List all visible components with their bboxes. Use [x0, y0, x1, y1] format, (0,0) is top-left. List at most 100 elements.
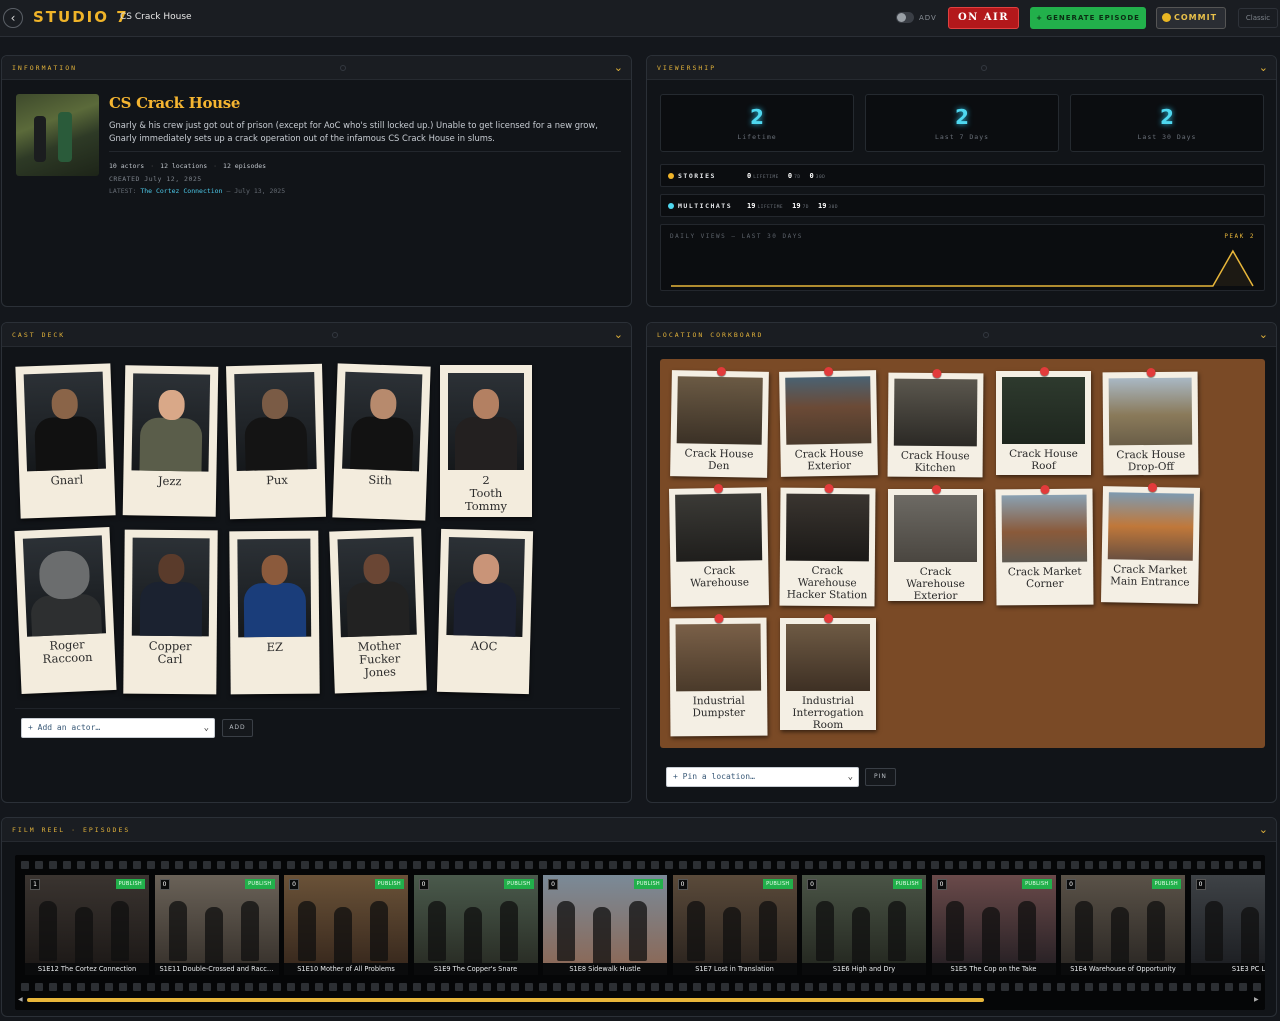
reel-scrollbar[interactable] — [27, 998, 984, 1002]
pushpin-icon — [931, 368, 941, 379]
viewership-header[interactable]: VIEWERSHIP ⌄ — [647, 56, 1276, 80]
perforation-hole — [609, 983, 617, 991]
view-count-badge: 0 — [289, 879, 299, 890]
chevron-down-icon[interactable]: ⌄ — [614, 61, 623, 74]
actor-card[interactable]: Pux — [226, 363, 326, 520]
actor-card[interactable]: EZ — [229, 530, 320, 695]
episode-frame[interactable]: 0 PUBLISH S1E8 Sidewalk Hustle — [543, 875, 667, 975]
episode-frame[interactable]: 0 PUBLISH S1E10 Mother of All Problems — [284, 875, 408, 975]
location-card[interactable]: Crack Market Main Entrance — [1100, 482, 1201, 604]
location-card[interactable]: Crack Warehouse Hacker Station — [779, 483, 876, 607]
publish-button[interactable]: PUBLISH — [633, 879, 663, 889]
publish-button[interactable]: PUBLISH — [892, 879, 922, 889]
cast-deck-header[interactable]: CAST DECK ⌄ — [2, 323, 631, 347]
stat-value: 2 — [750, 105, 764, 129]
back-button[interactable]: ‹ — [3, 8, 23, 28]
information-header[interactable]: INFORMATION ⌄ — [2, 56, 631, 80]
film-reel-header[interactable]: FILM REEL · EPISODES ⌄ — [2, 818, 1276, 842]
created-date: CREATED July 12, 2025 — [109, 175, 202, 183]
perforation-hole — [35, 983, 43, 991]
location-card[interactable]: Crack Warehouse — [668, 483, 770, 607]
chevron-down-icon[interactable]: ⌄ — [1259, 61, 1268, 74]
adv-toggle[interactable] — [896, 12, 914, 23]
location-corkboard-header[interactable]: LOCATION CORKBOARD ⌄ — [647, 323, 1276, 347]
scene-figure — [557, 901, 575, 961]
actor-body — [138, 417, 202, 472]
actor-card[interactable]: Sith — [332, 363, 431, 521]
perforation-hole — [819, 861, 827, 869]
actor-card[interactable]: Copper Carl — [123, 529, 218, 695]
episode-frame[interactable]: 0 PUBLISH S1E4 Warehouse of Opportunity — [1061, 875, 1185, 975]
film-strip[interactable]: 1 PUBLISH S1E12 The Cortez Connection 0 PUBL… — [15, 855, 1265, 1010]
actor-body — [455, 417, 517, 470]
publish-button[interactable]: PUBLISH — [115, 879, 145, 889]
episode-frame[interactable]: 1 PUBLISH S1E12 The Cortez Connection — [25, 875, 149, 975]
actor-card[interactable]: Mother Fucker Jones — [329, 528, 427, 694]
publish-button[interactable]: PUBLISH — [763, 879, 793, 889]
perforation-hole — [1057, 861, 1065, 869]
location-photo — [785, 376, 872, 445]
location-card[interactable]: Crack Market Corner — [995, 484, 1094, 606]
actor-name: Copper Carl — [148, 638, 192, 667]
latest-episode-link[interactable]: The Cortez Connection — [140, 187, 222, 195]
add-actor-button[interactable]: ADD — [222, 719, 253, 737]
on-air-button[interactable]: ON AIR — [948, 7, 1019, 29]
commit-button[interactable]: COMMIT — [1156, 7, 1226, 29]
chevron-down-icon[interactable]: ⌄ — [1259, 328, 1268, 341]
location-card[interactable]: Crack House Exterior — [779, 366, 878, 477]
view-count-badge: 0 — [548, 879, 558, 890]
actor-card[interactable]: Gnarl — [15, 363, 116, 519]
generate-episode-button[interactable]: + GENERATE EPISODE — [1030, 7, 1146, 29]
drag-handle-icon[interactable] — [340, 65, 346, 71]
actor-card[interactable]: Jezz — [122, 365, 219, 517]
chevron-down-icon[interactable]: ⌄ — [1259, 823, 1268, 836]
actor-card[interactable]: 2 Tooth Tommy — [440, 365, 532, 517]
drag-handle-icon[interactable] — [981, 65, 987, 71]
scene-figure — [370, 901, 388, 961]
publish-button[interactable]: PUBLISH — [504, 879, 534, 889]
add-actor-select[interactable]: + Add an actor… ⌄ — [21, 718, 215, 738]
perforation-hole — [385, 861, 393, 869]
episode-frame[interactable]: 0 PUBLISH S1E5 The Cop on the Take — [931, 875, 1056, 975]
scene-figure — [1147, 901, 1165, 961]
episode-frame[interactable]: 0 PUBLISH S1E6 High and Dry — [802, 875, 926, 975]
drag-handle-icon[interactable] — [983, 332, 989, 338]
scroll-right-icon[interactable]: ▶ — [1254, 996, 1259, 1003]
location-card[interactable]: Crack House Den — [670, 366, 769, 478]
location-card[interactable]: Crack Warehouse Exterior — [888, 485, 983, 602]
actor-head — [37, 549, 90, 601]
actor-card[interactable]: Roger Raccoon — [14, 527, 117, 694]
episode-title: S1E12 The Cortez Connection — [25, 963, 149, 975]
pin-location-button[interactable]: PIN — [865, 768, 896, 786]
perforation-hole — [1071, 861, 1079, 869]
classic-button[interactable]: Classic — [1238, 8, 1278, 28]
drag-handle-icon[interactable] — [332, 332, 338, 338]
perforation-hole — [1183, 983, 1191, 991]
perforation-hole — [553, 983, 561, 991]
episode-frame[interactable]: 0 PUBLISH S1E7 Lost in Translation — [672, 875, 797, 975]
episode-frame[interactable]: 0 PUBLISH S1E11 Double-Crossed and Racc… — [154, 875, 279, 975]
scene-figure — [1240, 907, 1259, 967]
location-card[interactable]: Crack House Drop-Off — [1102, 367, 1199, 476]
actor-card[interactable]: AOC — [436, 528, 534, 695]
perforation-hole — [931, 861, 939, 869]
location-card[interactable]: Industrial Dumpster — [669, 613, 768, 737]
viewership-panel: VIEWERSHIP ⌄ 2 Lifetime 2 Last 7 Days 2 Las… — [646, 55, 1277, 307]
perforation-hole — [679, 861, 687, 869]
pin-location-select[interactable]: + Pin a location… ⌄ — [666, 767, 859, 787]
location-card[interactable]: Crack House Roof — [996, 367, 1091, 475]
episode-frame[interactable]: 0 S1E3 PC Loa — [1190, 875, 1265, 975]
publish-button[interactable]: PUBLISH — [1151, 879, 1181, 889]
publish-button[interactable]: PUBLISH — [245, 879, 275, 889]
publish-button[interactable]: PUBLISH — [1022, 879, 1052, 889]
scroll-left-icon[interactable]: ◀ — [18, 996, 23, 1003]
actor-head — [260, 554, 288, 586]
location-card[interactable]: Industrial Interrogation Room — [780, 614, 876, 731]
perforation-hole — [455, 983, 463, 991]
view-count-badge: 0 — [418, 879, 429, 890]
chevron-down-icon[interactable]: ⌄ — [614, 328, 623, 341]
episode-frame[interactable]: 0 PUBLISH S1E9 The Copper's Snare — [413, 875, 538, 975]
perforation-hole — [455, 861, 463, 869]
location-card[interactable]: Crack House Kitchen — [887, 368, 984, 478]
publish-button[interactable]: PUBLISH — [374, 879, 404, 889]
